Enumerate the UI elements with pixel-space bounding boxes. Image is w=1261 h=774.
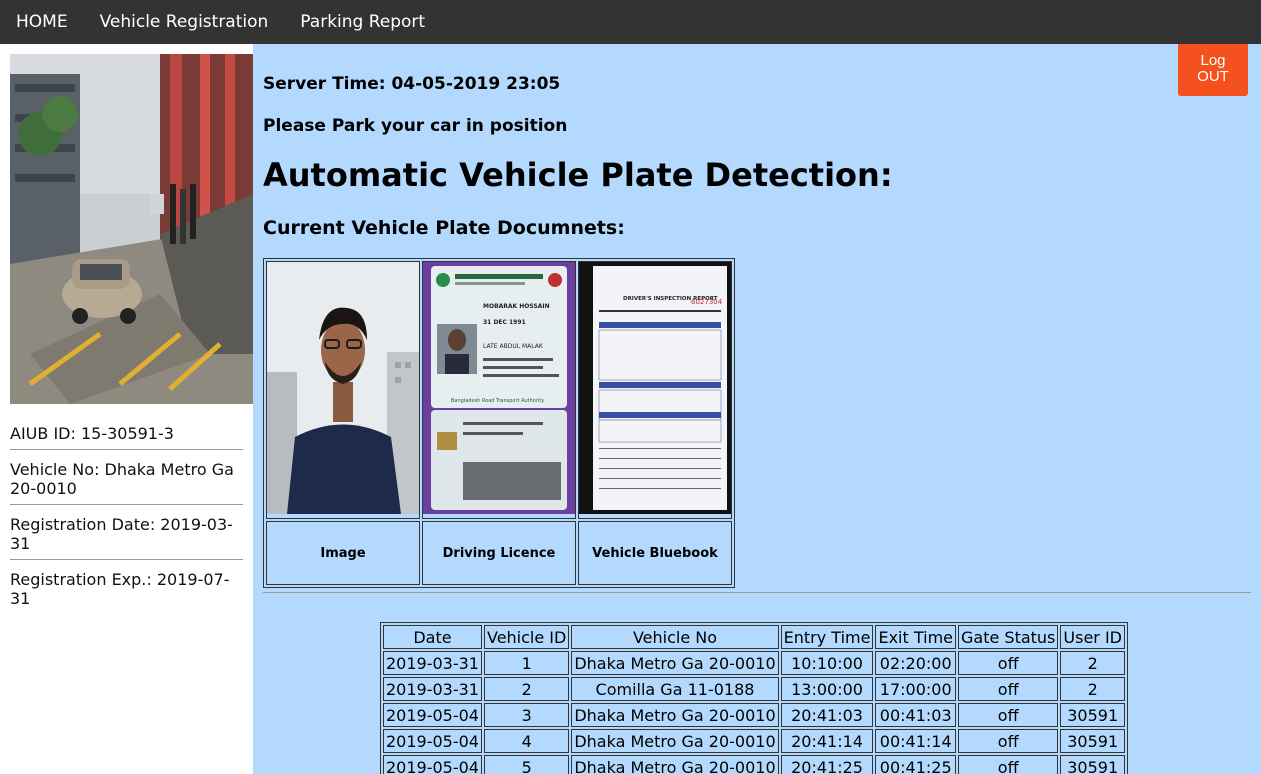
table-cell: 30591 bbox=[1060, 729, 1125, 753]
parking-lot-image bbox=[10, 54, 253, 404]
table-row: 2019-05-04 5 Dhaka Metro Ga 20-0010 20:4… bbox=[383, 755, 1125, 774]
table-cell: Comilla Ga 11-0188 bbox=[571, 677, 779, 701]
table-cell: 00:41:25 bbox=[875, 755, 956, 774]
park-message: Please Park your car in position bbox=[263, 116, 568, 136]
table-cell: 00:41:14 bbox=[875, 729, 956, 753]
image-cell bbox=[266, 261, 420, 519]
table-cell: 13:00:00 bbox=[780, 677, 874, 701]
column-header: Gate Status bbox=[958, 625, 1059, 649]
column-header: Date bbox=[383, 625, 482, 649]
logout-label-line1: Log bbox=[1200, 52, 1226, 69]
registration-info: AIUB ID: 15-30591-3 Vehicle No: Dhaka Me… bbox=[10, 424, 243, 624]
registration-expiry: Registration Exp.: 2019-07-31 bbox=[10, 570, 230, 608]
table-cell: 3 bbox=[483, 703, 570, 727]
main-content: Log OUT Server Time: 04-05-2019 23:05 Pl… bbox=[253, 44, 1261, 774]
table-cell: 2 bbox=[1060, 651, 1125, 675]
table-cell: 2 bbox=[483, 677, 570, 701]
table-row: 2019-03-31 2 Comilla Ga 11-0188 13:00:00… bbox=[383, 677, 1125, 701]
table-cell: off bbox=[958, 677, 1059, 701]
licence-dob: 31 DEC 1991 bbox=[483, 319, 526, 326]
table-cell: 00:41:03 bbox=[875, 703, 956, 727]
table-cell: off bbox=[958, 729, 1059, 753]
table-cell: 30591 bbox=[1060, 703, 1125, 727]
parking-lot-photo bbox=[10, 54, 253, 404]
top-navigation-bar: HOME Vehicle Registration Parking Report bbox=[0, 0, 1261, 44]
bluebook-cell: DRIVER'S INSPECTION REPORT 6027304 bbox=[578, 261, 732, 519]
document-label-vehicle-bluebook: Vehicle Bluebook bbox=[578, 521, 732, 585]
table-row: 2019-05-04 3 Dhaka Metro Ga 20-0010 20:4… bbox=[383, 703, 1125, 727]
registration-date: Registration Date: 2019-03-31 bbox=[10, 515, 243, 560]
column-header: Vehicle ID bbox=[483, 625, 570, 649]
table-cell: 2019-05-04 bbox=[383, 755, 482, 774]
table-cell: 1 bbox=[483, 651, 570, 675]
table-cell: Dhaka Metro Ga 20-0010 bbox=[571, 755, 779, 774]
vehicle-bluebook-photo: DRIVER'S INSPECTION REPORT 6027304 bbox=[579, 262, 731, 514]
column-header: User ID bbox=[1060, 625, 1125, 649]
nav-parking-report-link[interactable]: Parking Report bbox=[284, 0, 441, 44]
table-cell: 17:00:00 bbox=[875, 677, 956, 701]
licence-authority: Bangladesh Road Transport Authority bbox=[451, 398, 544, 404]
table-cell: 5 bbox=[483, 755, 570, 774]
document-label-driving-licence: Driving Licence bbox=[422, 521, 576, 585]
sidebar: AIUB ID: 15-30591-3 Vehicle No: Dhaka Me… bbox=[0, 44, 253, 774]
table-cell: 20:41:03 bbox=[780, 703, 874, 727]
nav-vehicle-registration-link[interactable]: Vehicle Registration bbox=[84, 0, 285, 44]
column-header: Entry Time bbox=[780, 625, 874, 649]
table-cell: Dhaka Metro Ga 20-0010 bbox=[571, 703, 779, 727]
vehicle-number: Vehicle No: Dhaka Metro Ga 20-0010 bbox=[10, 460, 243, 505]
licence-cell: MOBARAK HOSSAIN 31 DEC 1991 LATE ABDUL M… bbox=[422, 261, 576, 519]
table-cell: off bbox=[958, 755, 1059, 774]
table-row: 2019-03-31 1 Dhaka Metro Ga 20-0010 10:1… bbox=[383, 651, 1125, 675]
table-cell: 30591 bbox=[1060, 755, 1125, 774]
table-cell: off bbox=[958, 703, 1059, 727]
table-cell: 2 bbox=[1060, 677, 1125, 701]
aiub-id: AIUB ID: 15-30591-3 bbox=[10, 424, 243, 450]
table-cell: 02:20:00 bbox=[875, 651, 956, 675]
table-cell: 10:10:00 bbox=[780, 651, 874, 675]
table-cell: 2019-05-04 bbox=[383, 703, 482, 727]
page-title: Automatic Vehicle Plate Detection: bbox=[263, 156, 893, 194]
logout-button[interactable]: Log OUT bbox=[1178, 44, 1248, 96]
licence-name: MOBARAK HOSSAIN bbox=[483, 303, 550, 310]
table-cell: 4 bbox=[483, 729, 570, 753]
table-cell: Dhaka Metro Ga 20-0010 bbox=[571, 729, 779, 753]
column-header: Vehicle No bbox=[571, 625, 779, 649]
table-cell: off bbox=[958, 651, 1059, 675]
table-cell: Dhaka Metro Ga 20-0010 bbox=[571, 651, 779, 675]
licence-father: LATE ABDUL MALAK bbox=[483, 343, 544, 350]
person-photo bbox=[267, 262, 419, 514]
table-cell: 20:41:25 bbox=[780, 755, 874, 774]
column-header: Exit Time bbox=[875, 625, 956, 649]
documents-table: MOBARAK HOSSAIN 31 DEC 1991 LATE ABDUL M… bbox=[263, 258, 735, 588]
server-time: Server Time: 04-05-2019 23:05 bbox=[263, 74, 561, 94]
parking-table: Date Vehicle ID Vehicle No Entry Time Ex… bbox=[380, 622, 1128, 774]
table-header-row: Date Vehicle ID Vehicle No Entry Time Ex… bbox=[383, 625, 1125, 649]
table-cell: 2019-03-31 bbox=[383, 677, 482, 701]
table-cell: 2019-03-31 bbox=[383, 651, 482, 675]
logout-label-line2: OUT bbox=[1197, 68, 1229, 85]
report-form-number: 6027304 bbox=[691, 298, 723, 306]
table-row: 2019-05-04 4 Dhaka Metro Ga 20-0010 20:4… bbox=[383, 729, 1125, 753]
nav-home-link[interactable]: HOME bbox=[0, 0, 84, 44]
section-divider bbox=[263, 592, 1251, 593]
table-cell: 20:41:14 bbox=[780, 729, 874, 753]
driving-licence-photo: MOBARAK HOSSAIN 31 DEC 1991 LATE ABDUL M… bbox=[423, 262, 575, 514]
document-label-image: Image bbox=[266, 521, 420, 585]
table-cell: 2019-05-04 bbox=[383, 729, 482, 753]
documents-heading: Current Vehicle Plate Documnets: bbox=[263, 217, 625, 239]
